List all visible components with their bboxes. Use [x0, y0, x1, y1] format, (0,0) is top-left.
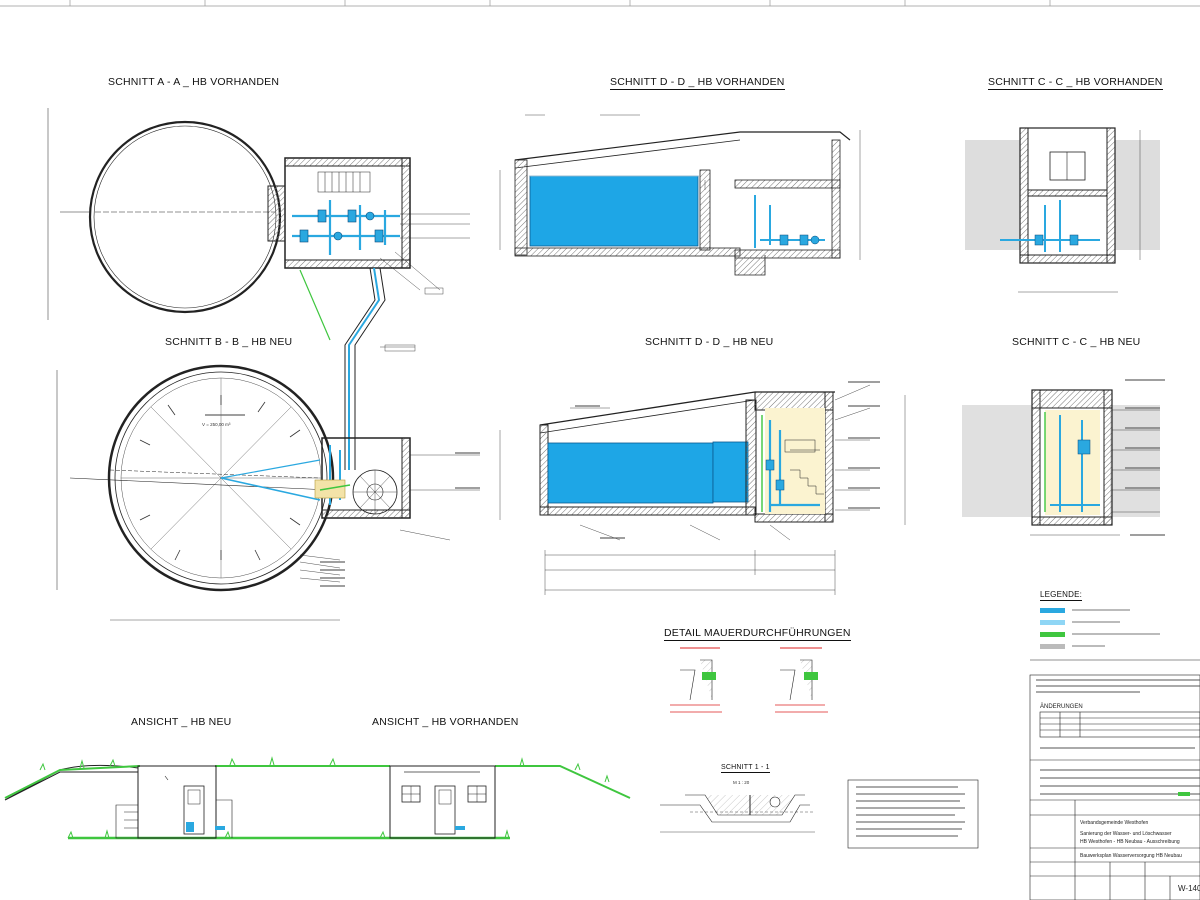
elevation-views — [4, 756, 631, 840]
plan-a-a-vorhanden — [47, 108, 470, 320]
legend — [1030, 608, 1200, 661]
section-c-c-neu — [962, 379, 1165, 536]
sheet-frame — [0, 0, 1200, 7]
connecting-pipes — [299, 267, 416, 470]
notes-box — [847, 779, 979, 849]
plan-b-b-neu — [56, 364, 480, 621]
detail-wall-penetrations — [670, 647, 828, 713]
section-1-1 — [660, 794, 815, 833]
technical-drawing-sheet — [0, 0, 1200, 900]
section-d-d-vorhanden — [499, 114, 861, 276]
title-block — [1029, 674, 1200, 900]
section-c-c-vorhanden — [965, 127, 1160, 293]
section-d-d-neu — [499, 381, 906, 595]
